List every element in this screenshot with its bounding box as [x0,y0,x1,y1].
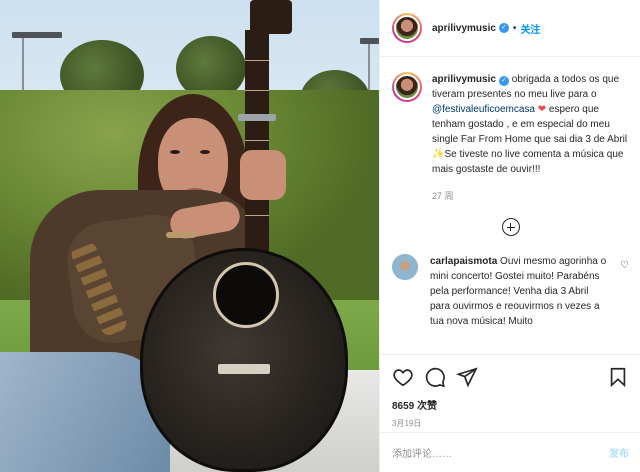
lamp-head-right [360,38,379,44]
comment-item: carlapaismota Ouvi mesmo agorinha o mini… [392,254,629,329]
share-paper-plane-icon[interactable] [455,366,478,388]
actions-bar: 8659 次赞 3月19日 [380,354,640,429]
separator-dot: • [512,22,517,34]
load-more-comments-icon[interactable] [501,218,520,236]
guitar-capo [238,114,276,121]
follow-button[interactable]: 关注 [520,21,540,36]
like-count[interactable]: 8659 次赞 [392,397,629,412]
caption-avatar[interactable] [392,72,422,102]
bookmark-icon[interactable] [607,366,629,388]
caption-username[interactable]: aprilivymusic [432,74,496,85]
comment-like-icon[interactable]: ♡ [620,260,629,271]
fret [245,90,269,91]
red-heart-emoji: ❤ [537,104,547,115]
guitar-headstock [250,0,292,34]
guitar-soundhole [213,262,279,328]
caption-part-3: Se tiveste no live comenta a música que … [432,149,624,175]
mention-link[interactable]: @festivaleuficoemcasa [432,104,535,115]
guitar-bridge [218,364,270,374]
comment-text: carlapaismota Ouvi mesmo agorinha o mini… [430,254,608,329]
sparkles-emoji: ✨ [432,149,445,160]
caption-text: aprilivymusic ✓ obrigada a todos os que t… [432,72,629,177]
comments-area[interactable]: aprilivymusic ✓ obrigada a todos os que t… [380,58,640,354]
fret [245,140,269,141]
post-side-panel: aprilivymusic ✓ • 关注 aprilivymusic ✓ obri… [379,0,640,472]
verified-icon: ✓ [498,76,509,86]
post-comment-button[interactable]: 发布 [609,445,629,460]
verified-icon: ✓ [498,23,509,33]
add-comment-bar: 添加评论…… 发布 [380,432,640,472]
header-username[interactable]: aprilivymusic [432,23,496,34]
comment-bubble-icon[interactable] [424,366,446,388]
fret [245,60,269,61]
hand [240,150,286,200]
eye [170,150,180,154]
avatar[interactable] [392,13,422,43]
post-age[interactable]: 27 周 [432,189,629,202]
comment-input[interactable]: 添加评论…… [392,445,609,460]
comment-avatar[interactable] [392,254,418,280]
post-header: aprilivymusic ✓ • 关注 [380,0,640,57]
comment-username[interactable]: carlapaismota [430,256,497,267]
post-photo[interactable] [0,0,379,472]
like-heart-icon[interactable] [392,366,414,388]
lamp-head [12,32,62,38]
fret [245,215,269,216]
eye [200,150,210,154]
caption: aprilivymusic ✓ obrigada a todos os que t… [392,72,629,177]
action-icons [392,365,629,389]
bracelet [166,232,196,238]
post-date[interactable]: 3月19日 [392,418,629,429]
